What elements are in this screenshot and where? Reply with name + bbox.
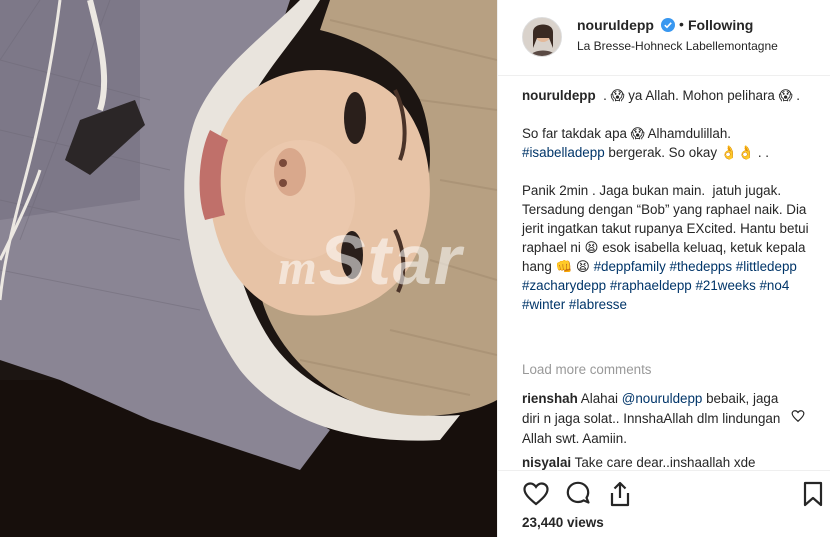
caption-text-1: ️️️️️️ . 😱 ya Allah. Mohon pelihara 😱 . [599,88,800,103]
load-more-comments-button[interactable]: Load more comments [522,362,652,377]
heart-outline-icon[interactable] [522,480,550,508]
username-link[interactable]: nouruldepp [577,17,654,33]
small-heart-icon[interactable] [791,409,805,423]
comment-username[interactable]: nisyalai [522,455,571,470]
caption-paragraph-3: Panik 2min . Jaga bukan main. ️️️ jatuh … [522,181,812,314]
share-icon[interactable] [606,480,634,508]
post-details-panel: nouruldepp • Following La Bresse-Hohneck… [497,0,830,538]
caption: nouruldepp ️️️️️️ . 😱 ya Allah. Mohon pe… [522,86,812,314]
bookmark-icon[interactable] [799,480,827,508]
comment-item: rienshah Alahai @nouruldepp bebaik, jaga… [522,389,792,449]
mention-link[interactable]: @nouruldepp [622,391,703,406]
caption-paragraph-1: nouruldepp ️️️️️️ . 😱 ya Allah. Mohon pe… [522,86,812,105]
caption-paragraph-2: So far takdak apa 😱 Alhamdulillah. #isab… [522,124,812,162]
separator-dot: • [679,16,684,32]
baby-photo-illustration [0,0,497,537]
view-count[interactable]: 23,440 views [522,515,604,530]
hashtag-link[interactable]: #isabelladepp [522,145,605,160]
caption-text-2b: bergerak. So okay 👌👌 . . [604,145,769,160]
following-button[interactable]: Following [688,17,753,33]
comment-bubble-icon[interactable] [564,480,592,508]
comment-username[interactable]: rienshah [522,391,578,406]
comment-text: Take care dear..inshaallah xde [571,455,756,470]
post-photo[interactable]: mStar [0,0,497,537]
caption-text-2a: So far takdak apa 😱 Alhamdulillah. [522,126,731,141]
post-header: nouruldepp • Following La Bresse-Hohneck… [498,0,830,76]
verified-badge-icon [661,18,675,32]
comment-text: Alahai [577,391,622,406]
avatar[interactable] [522,17,562,57]
location-link[interactable]: La Bresse-Hohneck Labellemontagne [577,39,778,53]
caption-username[interactable]: nouruldepp [522,88,596,103]
